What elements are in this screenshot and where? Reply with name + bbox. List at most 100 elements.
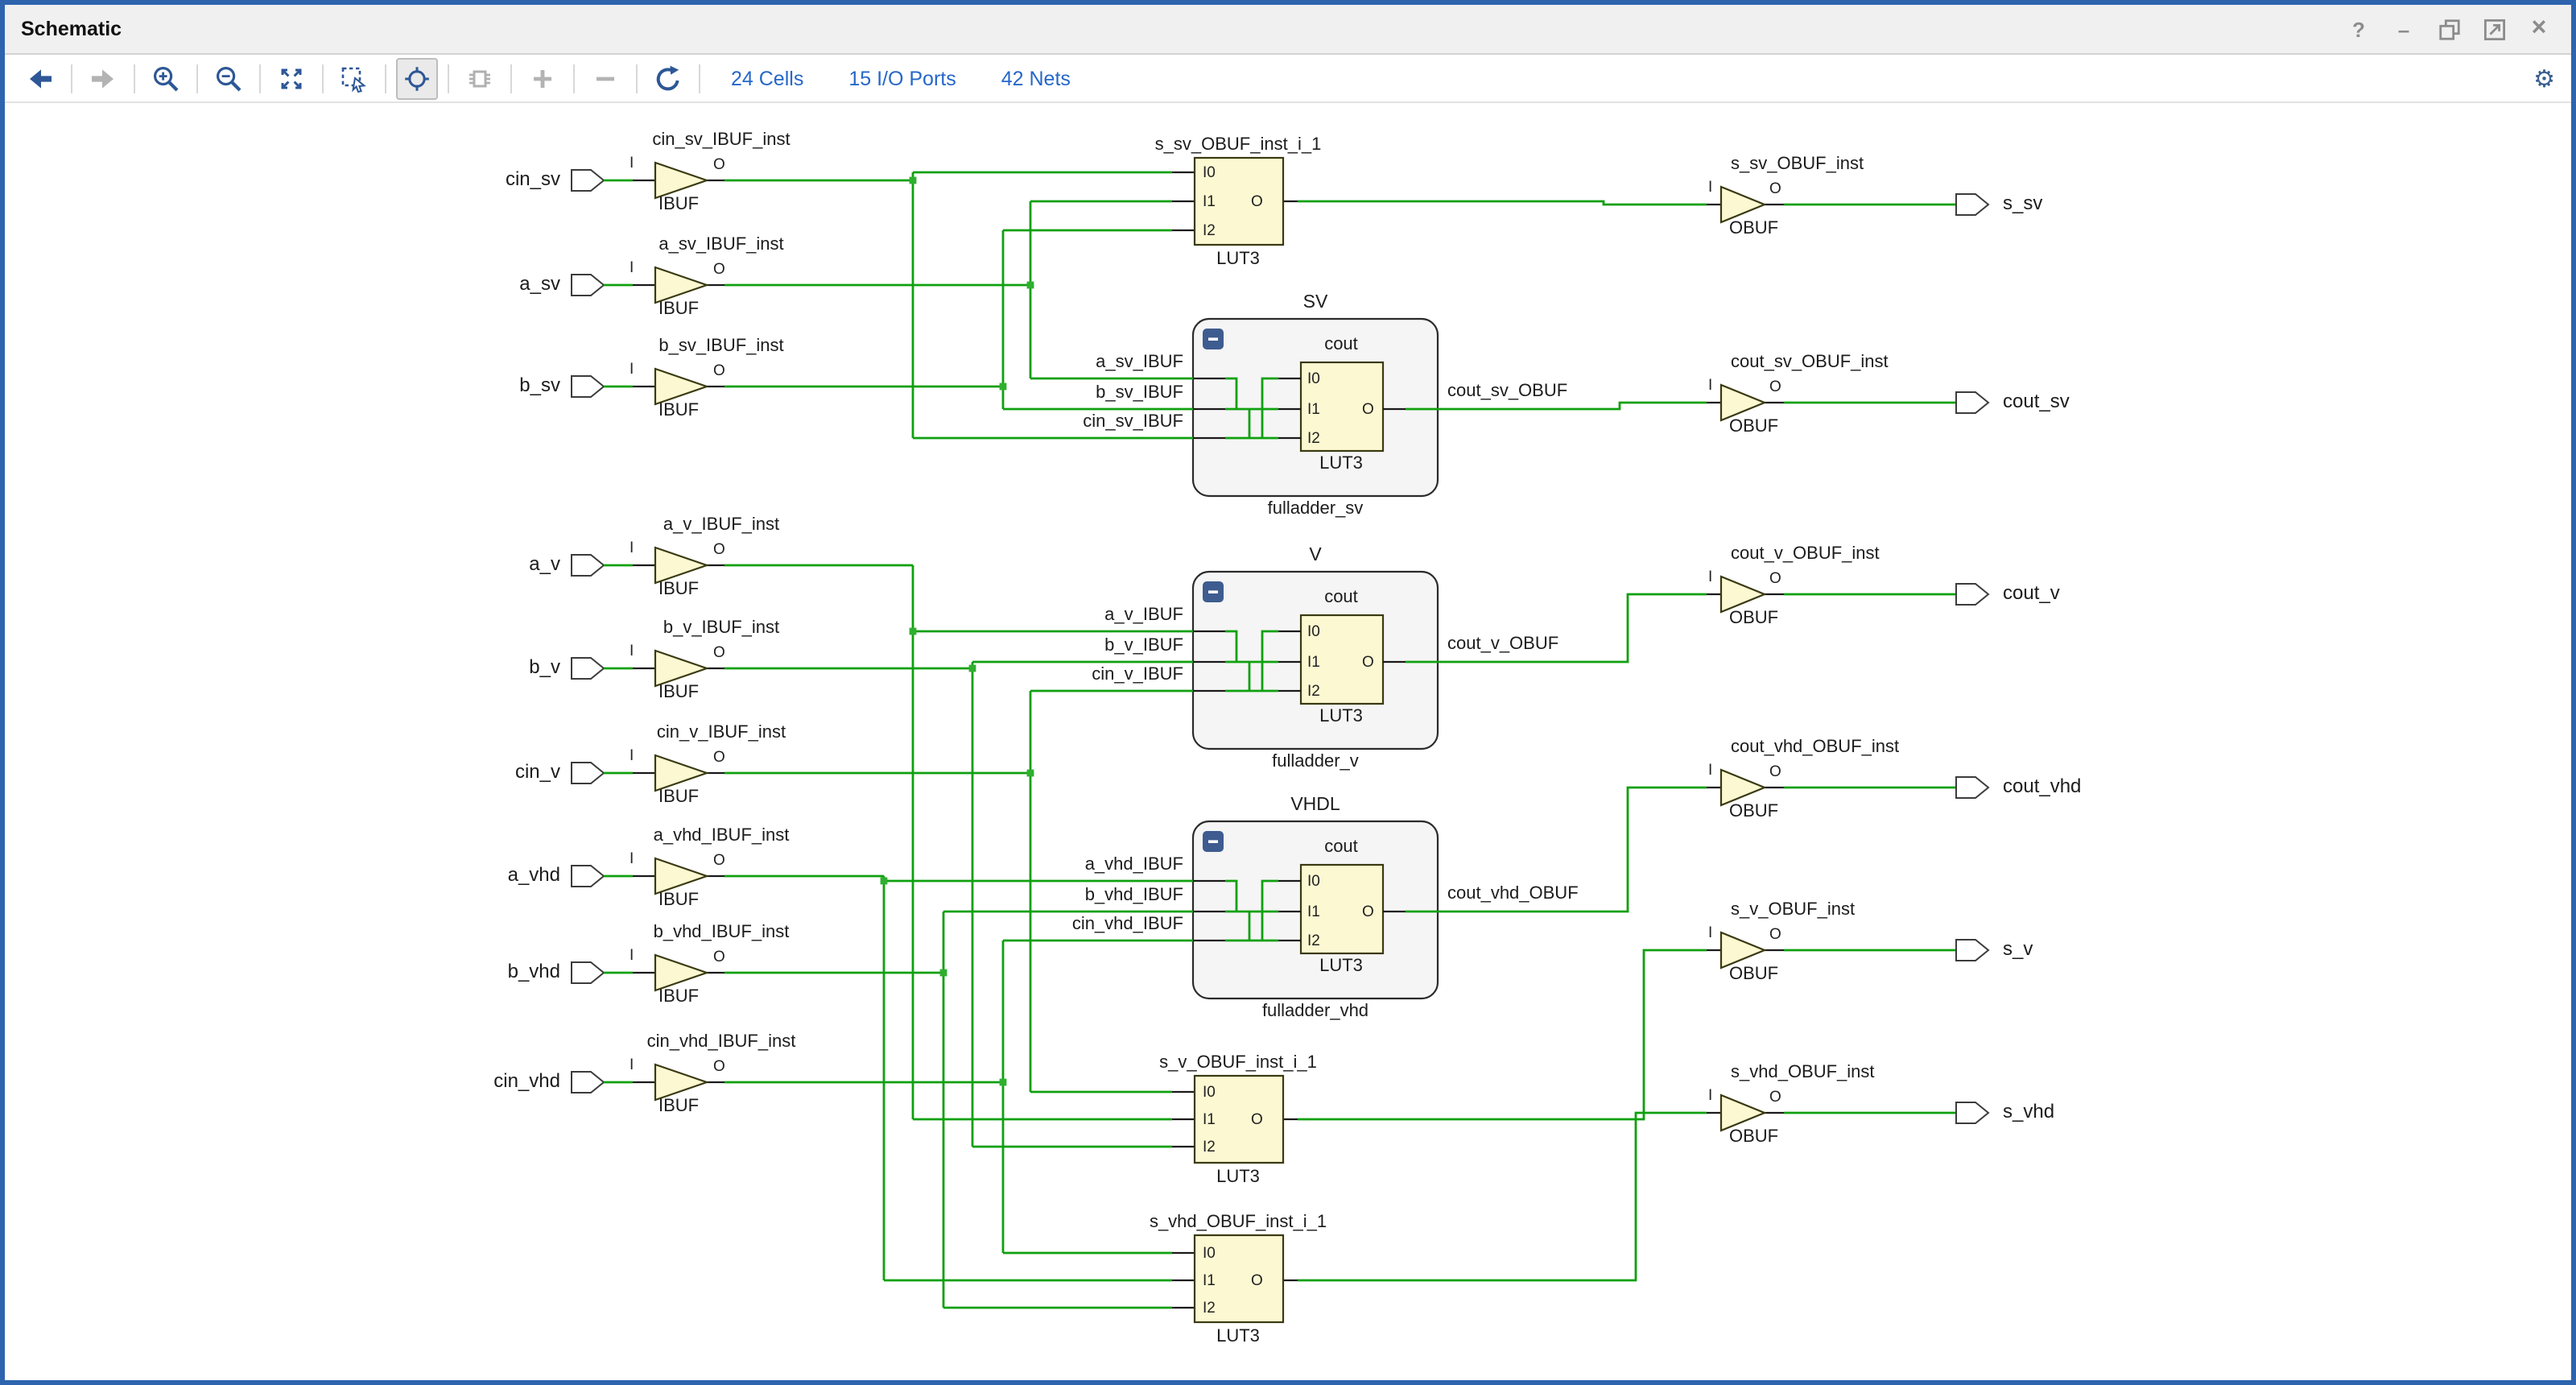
obuf-symbol[interactable] (1721, 770, 1765, 805)
zoom-fit-button[interactable] (270, 57, 312, 99)
module-instance-label[interactable]: fulladder_sv (1187, 499, 1444, 520)
ibuf-instance-label[interactable]: a_vhd_IBUF_inst (552, 826, 890, 847)
obuf-instance-label[interactable]: s_sv_OBUF_inst (1731, 155, 1864, 176)
output-net-wire[interactable] (1298, 201, 1707, 205)
module-entry-net-label[interactable]: b_sv_IBUF (974, 383, 1183, 404)
collapse-cone-button[interactable] (584, 57, 626, 99)
obuf-instance-label[interactable]: cout_v_OBUF_inst (1731, 544, 1880, 565)
ibuf-symbol[interactable] (655, 955, 707, 990)
obuf-instance-label[interactable]: s_v_OBUF_inst (1731, 900, 1855, 921)
ibuf-instance-label[interactable]: a_sv_IBUF_inst (552, 235, 890, 256)
ibuf-symbol[interactable] (655, 369, 707, 404)
net-junction[interactable] (910, 628, 917, 635)
input-port-label-b_vhd[interactable]: b_vhd (399, 960, 560, 984)
input-port-shape[interactable] (572, 275, 604, 296)
module-out-net-label[interactable]: cout_vhd_OBUF (1447, 884, 1579, 905)
ibuf-instance-label[interactable]: b_v_IBUF_inst (552, 618, 890, 639)
lut3-instance-label[interactable]: s_v_OBUF_inst_i_1 (1053, 1053, 1423, 1074)
module-entry-net-label[interactable]: cin_v_IBUF (974, 665, 1183, 686)
output-net-wire[interactable] (1406, 403, 1707, 409)
schematic-canvas[interactable]: cin_svcin_sv_IBUF_instIBUFIOa_sva_sv_IBU… (10, 105, 2566, 1375)
input-port-shape[interactable] (572, 763, 604, 783)
ibuf-symbol[interactable] (655, 1065, 707, 1100)
zoom-in-button[interactable] (145, 57, 187, 99)
ibuf-instance-label[interactable]: a_v_IBUF_inst (552, 515, 890, 536)
module-entry-net-label[interactable]: cin_sv_IBUF (974, 412, 1183, 433)
back-arrow-button[interactable] (19, 57, 61, 99)
input-port-label-cin_sv[interactable]: cin_sv (399, 167, 560, 192)
module-title-VHDL[interactable]: VHDL (1219, 796, 1412, 817)
autofit-selection-button[interactable] (396, 57, 438, 99)
title-bar[interactable]: Schematic ? – × (5, 5, 2571, 55)
ibuf-instance-label[interactable]: b_vhd_IBUF_inst (552, 923, 890, 944)
close-icon[interactable]: × (2526, 16, 2552, 42)
output-port-shape[interactable] (1956, 940, 1988, 961)
net-junction[interactable] (1000, 1079, 1007, 1086)
input-port-label-cin_vhd[interactable]: cin_vhd (399, 1069, 560, 1094)
net-wire[interactable] (724, 912, 1193, 1308)
io-ports-link[interactable]: 15 I/O Ports (848, 67, 956, 89)
module-entry-net-label[interactable]: a_v_IBUF (974, 606, 1183, 626)
module-entry-net-label[interactable]: b_v_IBUF (974, 636, 1183, 657)
input-port-label-cin_v[interactable]: cin_v (399, 760, 560, 784)
collapse-minus-glyph[interactable] (1208, 840, 1218, 843)
input-port-shape[interactable] (572, 962, 604, 983)
obuf-symbol[interactable] (1721, 577, 1765, 612)
module-entry-net-label[interactable]: a_vhd_IBUF (974, 855, 1183, 876)
output-port-shape[interactable] (1956, 392, 1988, 413)
ibuf-symbol[interactable] (655, 548, 707, 583)
module-title-V[interactable]: V (1219, 546, 1412, 567)
input-port-label-a_v[interactable]: a_v (399, 552, 560, 577)
module-title-SV[interactable]: SV (1219, 293, 1412, 314)
input-port-label-b_sv[interactable]: b_sv (399, 374, 560, 398)
regenerate-layout-button[interactable] (647, 57, 689, 99)
input-port-label-a_sv[interactable]: a_sv (399, 272, 560, 296)
input-port-shape[interactable] (572, 376, 604, 397)
module-instance-label[interactable]: fulladder_vhd (1187, 1002, 1444, 1023)
ibuf-instance-label[interactable]: cin_vhd_IBUF_inst (552, 1032, 890, 1053)
obuf-symbol[interactable] (1721, 385, 1765, 420)
net-junction[interactable] (881, 878, 888, 885)
lut3-instance-label[interactable]: s_sv_OBUF_inst_i_1 (1053, 135, 1423, 156)
ibuf-instance-label[interactable]: b_sv_IBUF_inst (552, 337, 890, 358)
net-wire[interactable] (724, 941, 1193, 1253)
ibuf-symbol[interactable] (655, 163, 707, 198)
net-junction[interactable] (1027, 770, 1034, 777)
ibuf-symbol[interactable] (655, 858, 707, 894)
output-port-shape[interactable] (1956, 194, 1988, 215)
expand-cone-button[interactable] (522, 57, 564, 99)
input-port-shape[interactable] (572, 555, 604, 576)
show-cell-contents-button[interactable] (459, 57, 501, 99)
output-port-shape[interactable] (1956, 777, 1988, 798)
zoom-out-button[interactable] (208, 57, 250, 99)
output-port-shape[interactable] (1956, 1102, 1988, 1123)
ibuf-instance-label[interactable]: cin_sv_IBUF_inst (552, 130, 890, 151)
help-icon[interactable]: ? (2346, 16, 2372, 42)
input-port-shape[interactable] (572, 170, 604, 191)
obuf-symbol[interactable] (1721, 187, 1765, 222)
net-wire[interactable] (724, 230, 1193, 409)
cells-link[interactable]: 24 Cells (731, 67, 803, 89)
obuf-symbol[interactable] (1721, 1095, 1765, 1131)
input-port-label-a_vhd[interactable]: a_vhd (399, 863, 560, 887)
output-net-wire[interactable] (1298, 1113, 1707, 1280)
collapse-minus-glyph[interactable] (1208, 590, 1218, 593)
module-instance-label[interactable]: fulladder_v (1187, 752, 1444, 773)
input-port-label-b_v[interactable]: b_v (399, 655, 560, 680)
obuf-instance-label[interactable]: cout_sv_OBUF_inst (1731, 353, 1889, 374)
nets-link[interactable]: 42 Nets (1001, 67, 1071, 89)
output-port-shape[interactable] (1956, 584, 1988, 605)
float-icon[interactable] (2481, 16, 2507, 42)
net-junction[interactable] (910, 177, 917, 184)
obuf-instance-label[interactable]: cout_vhd_OBUF_inst (1731, 738, 1899, 759)
net-junction[interactable] (940, 970, 947, 977)
obuf-symbol[interactable] (1721, 932, 1765, 968)
ibuf-instance-label[interactable]: cin_v_IBUF_inst (552, 723, 890, 744)
module-entry-net-label[interactable]: a_sv_IBUF (974, 353, 1183, 374)
module-out-net-label[interactable]: cout_sv_OBUF (1447, 382, 1567, 403)
net-junction[interactable] (1027, 282, 1034, 289)
lut3-instance-label[interactable]: s_vhd_OBUF_inst_i_1 (1053, 1213, 1423, 1234)
input-port-shape[interactable] (572, 866, 604, 887)
minimize-icon[interactable]: – (2391, 16, 2417, 42)
input-port-shape[interactable] (572, 658, 604, 679)
